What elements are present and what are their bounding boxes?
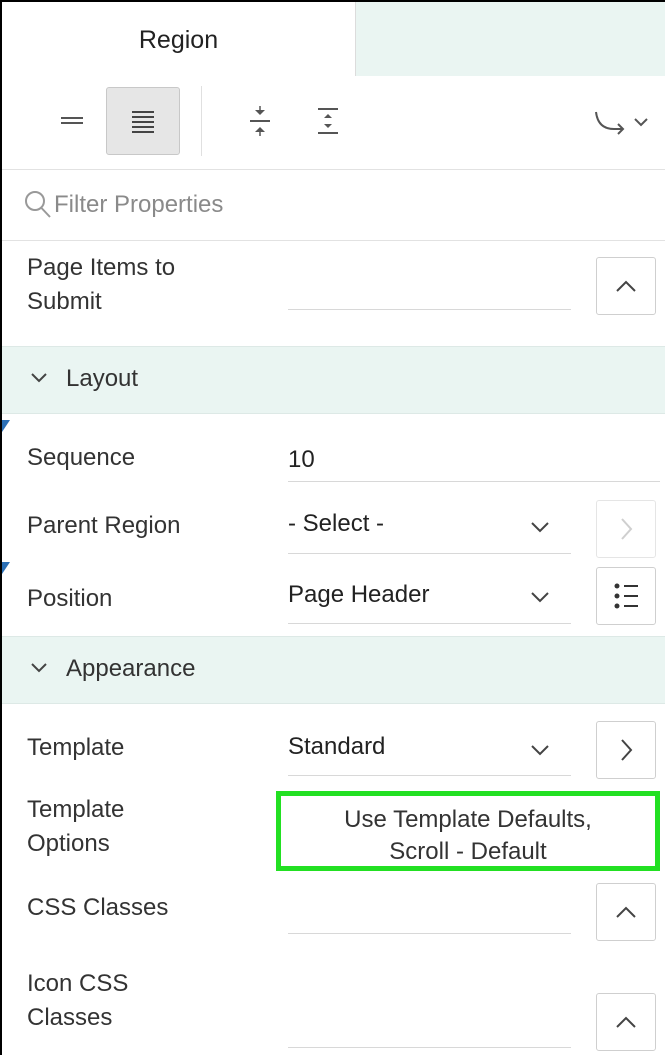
go-to-group-button[interactable] bbox=[588, 87, 662, 155]
icon-css-classes-field[interactable] bbox=[288, 1047, 571, 1048]
page-items-field[interactable] bbox=[288, 309, 571, 310]
position-field[interactable] bbox=[288, 623, 571, 624]
css-classes-picker-button[interactable] bbox=[596, 883, 656, 941]
chevron-down-icon bbox=[31, 663, 47, 673]
css-classes-field[interactable] bbox=[288, 933, 571, 934]
tab-region[interactable]: Region bbox=[2, 2, 356, 76]
css-classes-row: CSS Classes bbox=[2, 883, 665, 967]
tab-region-label: Region bbox=[138, 26, 219, 54]
chevron-down-icon[interactable] bbox=[530, 591, 550, 603]
panel-border bbox=[0, 0, 2, 1055]
expand-all-button[interactable] bbox=[292, 87, 366, 155]
toolbar bbox=[2, 76, 665, 170]
sequence-value[interactable]: 10 bbox=[288, 446, 315, 474]
template-label: Template bbox=[27, 734, 125, 761]
chevron-up-icon bbox=[616, 906, 636, 918]
property-editor: Region Filter Properties Page Items to S… bbox=[0, 0, 665, 1055]
template-options-label: Template Options bbox=[27, 796, 125, 857]
chevron-down-icon bbox=[31, 373, 47, 383]
all-lines-icon bbox=[132, 111, 154, 133]
template-options-button[interactable]: Use Template Defaults, Scroll - Default bbox=[276, 791, 660, 871]
template-select[interactable]: Standard bbox=[288, 733, 385, 761]
page-items-row: Page Items to Submit bbox=[2, 241, 665, 346]
template-field[interactable] bbox=[288, 775, 571, 776]
chevron-up-icon bbox=[616, 280, 636, 292]
icon-css-classes-row: Icon CSS Classes bbox=[2, 967, 665, 1055]
icon-css-classes-label: Icon CSS Classes bbox=[27, 970, 129, 1031]
collapsed-lines-icon bbox=[61, 117, 83, 124]
show-common-button[interactable] bbox=[36, 87, 110, 155]
position-select[interactable]: Page Header bbox=[288, 581, 429, 609]
position-row: Position Page Header bbox=[2, 563, 665, 636]
sequence-label: Sequence bbox=[27, 444, 136, 471]
css-classes-label: CSS Classes bbox=[27, 894, 169, 921]
expand-icon bbox=[318, 108, 338, 134]
filter-properties-input[interactable] bbox=[2, 170, 665, 240]
chevron-right-icon bbox=[621, 739, 633, 761]
page-items-label: Page Items to Submit bbox=[27, 254, 176, 315]
show-all-button[interactable] bbox=[106, 87, 180, 155]
parent-region-field[interactable] bbox=[288, 553, 571, 554]
chevron-right-icon bbox=[621, 518, 633, 540]
appearance-group-title: Appearance bbox=[66, 655, 196, 682]
chevron-down-icon[interactable] bbox=[530, 521, 550, 533]
layout-group-header[interactable]: Layout bbox=[2, 346, 665, 414]
parent-region-row: Parent Region - Select - bbox=[2, 483, 665, 563]
appearance-group-header[interactable]: Appearance bbox=[2, 636, 665, 704]
toolbar-separator bbox=[201, 86, 202, 156]
parent-region-label: Parent Region bbox=[27, 512, 181, 539]
chevron-up-icon bbox=[616, 1016, 636, 1028]
page-items-picker-button[interactable] bbox=[596, 257, 656, 315]
template-goto-button[interactable] bbox=[596, 721, 656, 779]
go-to-arrow-icon bbox=[595, 111, 648, 135]
layout-group-title: Layout bbox=[66, 365, 139, 392]
collapse-icon bbox=[250, 106, 270, 136]
template-row: Template Standard bbox=[2, 703, 665, 787]
parent-region-goto-button[interactable] bbox=[596, 500, 656, 558]
sequence-field[interactable] bbox=[288, 481, 660, 482]
panel-border bbox=[0, 0, 665, 2]
parent-region-select[interactable]: - Select - bbox=[288, 510, 384, 538]
position-label: Position bbox=[27, 585, 113, 612]
chevron-down-icon[interactable] bbox=[530, 744, 550, 756]
sequence-row: Sequence 10 bbox=[2, 413, 665, 483]
icon-css-classes-picker-button[interactable] bbox=[596, 993, 656, 1051]
position-list-button[interactable] bbox=[596, 567, 656, 625]
filter-bar bbox=[2, 170, 665, 241]
collapse-all-button[interactable] bbox=[224, 87, 298, 155]
list-icon bbox=[614, 583, 638, 609]
tab-bar: Region bbox=[2, 2, 665, 78]
